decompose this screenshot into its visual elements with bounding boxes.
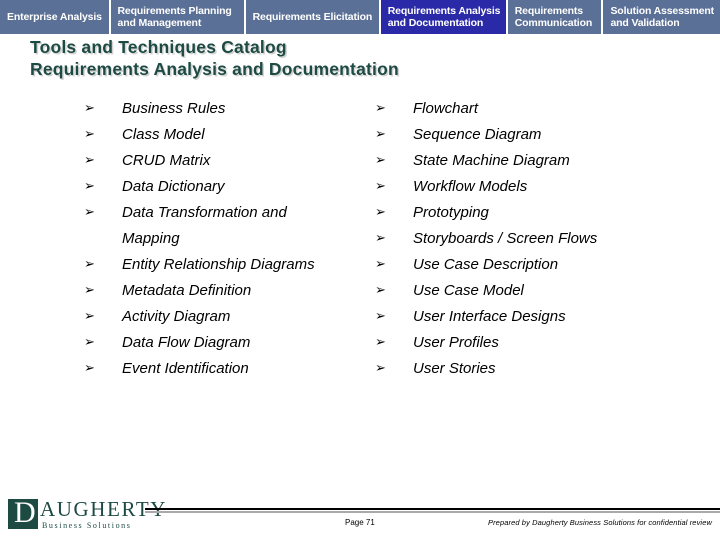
- arrow-bullet-icon: ➢: [375, 283, 386, 298]
- tab-enterprise-analysis[interactable]: Enterprise Analysis: [0, 0, 109, 34]
- tab-label-line: Requirements: [514, 4, 583, 17]
- arrow-bullet-icon: ➢: [84, 361, 95, 376]
- arrow-bullet-icon: ➢: [84, 179, 95, 194]
- list-item: ➢ Storyboards / Screen Flows: [375, 226, 695, 252]
- arrow-bullet-icon: ➢: [375, 205, 386, 220]
- page-title-line-2: Requirements Analysis and Documentation: [30, 59, 399, 79]
- tab-requirements-planning-and-management[interactable]: Requirements Planning and Management: [110, 0, 244, 34]
- arrow-bullet-icon: ➢: [375, 309, 386, 324]
- list-item-label: Data Transformation and Mapping: [122, 204, 287, 247]
- arrow-bullet-icon: ➢: [375, 335, 386, 350]
- list-item: ➢ Metadata Definition: [84, 278, 369, 304]
- list-item: ➢ Event Identification: [84, 356, 369, 382]
- list-item-label: Data Flow Diagram: [122, 334, 251, 351]
- logo-letter-d: D: [14, 496, 36, 529]
- tools-list-left-column: ➢ Business Rules ➢ Class Model ➢ CRUD Ma…: [84, 96, 369, 382]
- tab-label-line: and Validation: [610, 17, 680, 29]
- list-item-label: User Stories: [413, 360, 496, 377]
- arrow-bullet-icon: ➢: [375, 153, 386, 168]
- tab-label-line: Enterprise Analysis: [7, 10, 102, 23]
- list-item-label: Flowchart: [413, 100, 479, 117]
- list-item-label: Business Rules: [122, 100, 226, 117]
- page-number: Page 71: [345, 518, 375, 527]
- list-item: ➢ Data Dictionary: [84, 174, 369, 200]
- list-item: ➢ Entity Relationship Diagrams: [84, 252, 369, 278]
- tab-label-line: Solution Assessment: [610, 4, 714, 17]
- breadcrumb-tab-bar: Enterprise Analysis Requirements Plannin…: [0, 0, 720, 34]
- arrow-bullet-icon: ➢: [84, 101, 95, 116]
- arrow-bullet-icon: ➢: [375, 179, 386, 194]
- list-item-label: Use Case Model: [413, 282, 524, 299]
- list-item-label: Event Identification: [122, 360, 249, 377]
- list-item: ➢ Prototyping: [375, 200, 695, 226]
- tab-requirements-elicitation[interactable]: Requirements Elicitation: [245, 0, 379, 34]
- footer-rule-thin: [145, 511, 720, 513]
- list-item-label: Class Model: [122, 126, 205, 143]
- tab-solution-assessment-and-validation[interactable]: Solution Assessment and Validation: [603, 0, 720, 34]
- arrow-bullet-icon: ➢: [84, 127, 95, 142]
- list-item: ➢ User Interface Designs: [375, 304, 695, 330]
- list-item: ➢ Data Flow Diagram: [84, 330, 369, 356]
- list-item-label: Storyboards / Screen Flows: [413, 230, 598, 247]
- arrow-bullet-icon: ➢: [375, 231, 386, 246]
- list-item-label: User Profiles: [413, 334, 499, 351]
- tab-label-line: and Management: [117, 17, 202, 29]
- arrow-bullet-icon: ➢: [84, 257, 95, 272]
- list-item: ➢ Activity Diagram: [84, 304, 369, 330]
- list-item: ➢ Flowchart: [375, 96, 695, 122]
- list-item-label: Workflow Models: [413, 178, 528, 195]
- arrow-bullet-icon: ➢: [84, 335, 95, 350]
- logo-wordmark: AUGHERTY Business Solutions: [40, 498, 167, 531]
- list-item: ➢ CRUD Matrix: [84, 148, 369, 174]
- list-item-label: Sequence Diagram: [413, 126, 542, 143]
- logo-tagline: Business Solutions: [42, 521, 132, 530]
- tab-requirements-communication[interactable]: Requirements Communication: [507, 0, 602, 34]
- daugherty-logo: D AUGHERTY Business Solutions: [8, 498, 167, 531]
- footer-rule-thick: [145, 508, 720, 510]
- list-item-label: CRUD Matrix: [122, 152, 211, 169]
- list-item: ➢ Data Transformation and Mapping: [84, 200, 369, 252]
- list-item: ➢ Sequence Diagram: [375, 122, 695, 148]
- confidentiality-notice: Prepared by Daugherty Business Solutions…: [487, 518, 712, 527]
- list-item-label: Data Dictionary: [122, 178, 225, 195]
- arrow-bullet-icon: ➢: [375, 257, 386, 272]
- list-item-label: State Machine Diagram: [413, 152, 570, 169]
- tools-and-techniques-columns: ➢ Business Rules ➢ Class Model ➢ CRUD Ma…: [0, 96, 720, 396]
- list-item: ➢ Class Model: [84, 122, 369, 148]
- arrow-bullet-icon: ➢: [375, 361, 386, 376]
- tab-label-line: Requirements Analysis: [387, 4, 501, 17]
- page-title-line-1: Tools and Techniques Catalog: [30, 37, 287, 57]
- tab-label-line: Requirements Planning: [117, 4, 232, 17]
- page-title: Tools and Techniques Catalog Requirement…: [30, 36, 690, 80]
- list-item-label: Entity Relationship Diagrams: [122, 256, 315, 273]
- arrow-bullet-icon: ➢: [84, 309, 95, 324]
- tools-list-right-column: ➢ Flowchart ➢ Sequence Diagram ➢ State M…: [375, 96, 695, 382]
- list-item-label: Prototyping: [413, 204, 489, 221]
- list-item: ➢ Workflow Models: [375, 174, 695, 200]
- tab-label-line: and Documentation: [387, 17, 484, 29]
- arrow-bullet-icon: ➢: [375, 101, 386, 116]
- list-item: ➢ Use Case Model: [375, 278, 695, 304]
- list-item: ➢ Business Rules: [84, 96, 369, 122]
- list-item: ➢ Use Case Description: [375, 252, 695, 278]
- arrow-bullet-icon: ➢: [84, 153, 95, 168]
- list-item-label: Activity Diagram: [122, 308, 231, 325]
- logo-square-icon: D: [8, 496, 38, 529]
- list-item-label: Use Case Description: [413, 256, 559, 273]
- tab-label-line: Communication: [514, 17, 593, 29]
- list-item: ➢ User Profiles: [375, 330, 695, 356]
- list-item-label: User Interface Designs: [413, 308, 566, 325]
- list-item: ➢ State Machine Diagram: [375, 148, 695, 174]
- arrow-bullet-icon: ➢: [84, 283, 95, 298]
- arrow-bullet-icon: ➢: [375, 127, 386, 142]
- tab-requirements-analysis-and-documentation[interactable]: Requirements Analysis and Documentation: [380, 0, 506, 34]
- list-item-label: Metadata Definition: [122, 282, 252, 299]
- slide-footer: D AUGHERTY Business Solutions: [0, 480, 720, 540]
- tab-label-line: Requirements Elicitation: [252, 10, 373, 23]
- list-item: ➢ User Stories: [375, 356, 695, 382]
- arrow-bullet-icon: ➢: [84, 205, 95, 220]
